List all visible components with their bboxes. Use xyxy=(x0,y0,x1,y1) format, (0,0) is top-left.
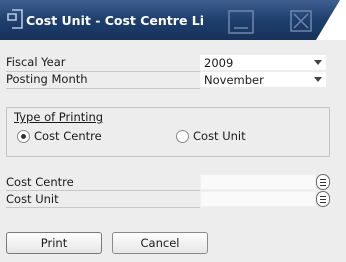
posting-month-value: November xyxy=(204,73,264,87)
chevron-down-icon xyxy=(314,77,322,82)
list-icon[interactable] xyxy=(316,174,330,190)
window-title: Cost Unit - Cost Centre Li xyxy=(26,13,205,28)
cost-unit-field[interactable] xyxy=(200,191,316,207)
close-icon[interactable] xyxy=(290,10,312,32)
radio-selected-dot xyxy=(21,134,26,139)
cost-centre-field[interactable] xyxy=(200,174,316,190)
print-button[interactable]: Print xyxy=(6,232,102,254)
type-of-printing-title: Type of Printing xyxy=(14,110,104,124)
fiscal-year-value: 2009 xyxy=(204,56,234,70)
fiscal-year-label: Fiscal Year xyxy=(6,55,66,69)
chevron-down-icon xyxy=(314,60,322,65)
radio-cost-centre-label[interactable]: Cost Centre xyxy=(34,129,102,143)
cost-report-window: Cost Unit - Cost Centre Li Fiscal Year 2… xyxy=(0,0,346,262)
separator xyxy=(6,190,200,191)
posting-month-label: Posting Month xyxy=(6,72,88,86)
radio-cost-unit-label[interactable]: Cost Unit xyxy=(193,129,246,143)
minimize-icon[interactable] xyxy=(228,10,254,34)
title-bar[interactable]: Cost Unit - Cost Centre Li xyxy=(0,0,346,40)
posting-month-dropdown[interactable]: November xyxy=(200,72,326,87)
separator xyxy=(6,88,200,89)
cost-centre-label: Cost Centre xyxy=(6,175,74,189)
cancel-button[interactable]: Cancel xyxy=(112,232,208,254)
list-icon[interactable] xyxy=(316,191,330,207)
cost-unit-label: Cost Unit xyxy=(6,192,59,206)
window-icon xyxy=(7,9,23,29)
radio-cost-centre[interactable] xyxy=(17,130,30,143)
fiscal-year-dropdown[interactable]: 2009 xyxy=(200,55,326,70)
radio-cost-unit[interactable] xyxy=(176,130,189,143)
separator xyxy=(6,207,200,208)
